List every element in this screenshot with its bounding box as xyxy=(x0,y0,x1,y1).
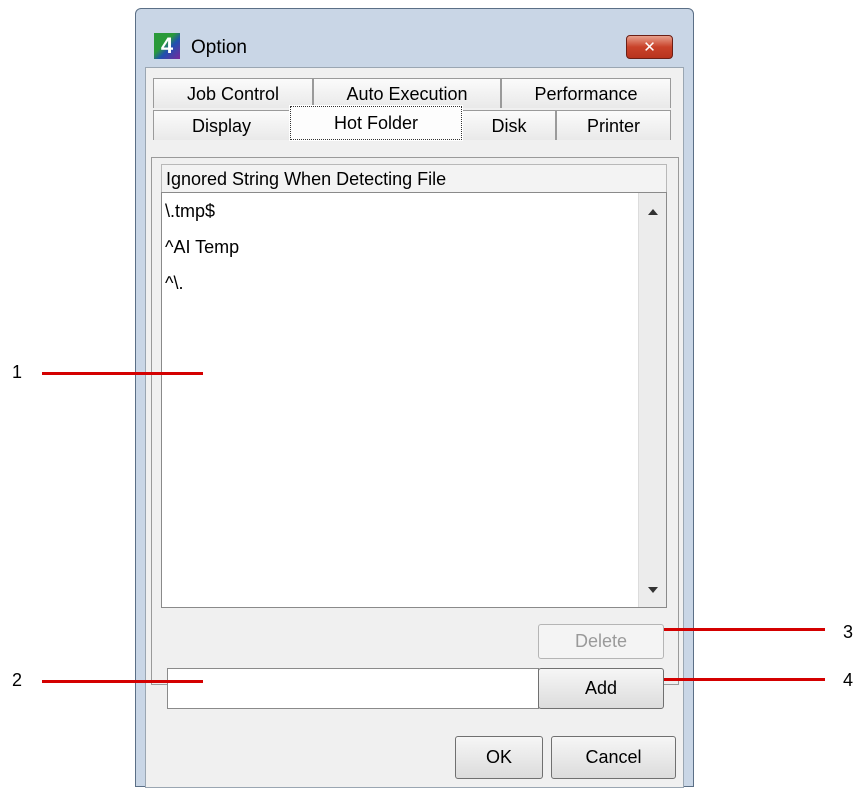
tab-display[interactable]: Display xyxy=(153,110,290,140)
ok-button[interactable]: OK xyxy=(455,736,543,779)
app-logo-icon: 4 xyxy=(154,33,180,59)
dialog-client-area: Job Control Auto Execution Performance D… xyxy=(145,67,684,788)
callout-number-2: 2 xyxy=(12,670,23,690)
callout-number-1: 1 xyxy=(12,362,23,382)
callout-line-4 xyxy=(664,678,825,681)
tab-hot-folder[interactable]: Hot Folder xyxy=(289,105,463,141)
list-scrollbar[interactable] xyxy=(638,193,666,607)
tab-job-control[interactable]: Job Control xyxy=(153,78,313,108)
title-bar[interactable]: 4 Option ✕ xyxy=(136,9,693,69)
callout-line-3 xyxy=(664,628,825,631)
tab-performance[interactable]: Performance xyxy=(501,78,671,108)
tab-disk[interactable]: Disk xyxy=(462,110,556,140)
callout-line-1 xyxy=(42,372,203,375)
option-dialog: 4 Option ✕ Job Control Auto Execution Pe… xyxy=(135,8,694,788)
close-icon[interactable]: ✕ xyxy=(626,35,673,59)
ignored-strings-header: Ignored String When Detecting File xyxy=(161,164,667,192)
list-item[interactable]: \.tmp$ xyxy=(165,199,239,235)
tab-auto-execution[interactable]: Auto Execution xyxy=(313,78,501,108)
delete-button[interactable]: Delete xyxy=(538,624,664,659)
window-title: Option xyxy=(191,37,247,58)
scroll-down-arrow-icon[interactable] xyxy=(648,587,658,593)
list-item[interactable]: ^\. xyxy=(165,271,239,307)
callout-line-2 xyxy=(42,680,203,683)
add-button[interactable]: Add xyxy=(538,668,664,709)
cancel-button[interactable]: Cancel xyxy=(551,736,676,779)
tab-printer[interactable]: Printer xyxy=(556,110,671,140)
scroll-up-arrow-icon[interactable] xyxy=(648,209,658,215)
ignored-string-input[interactable] xyxy=(167,668,539,709)
list-item[interactable]: ^AI Temp xyxy=(165,235,239,271)
callout-number-3: 3 xyxy=(843,622,854,642)
ignored-strings-list[interactable]: \.tmp$ ^AI Temp ^\. xyxy=(161,192,667,608)
callout-number-4: 4 xyxy=(843,670,854,690)
